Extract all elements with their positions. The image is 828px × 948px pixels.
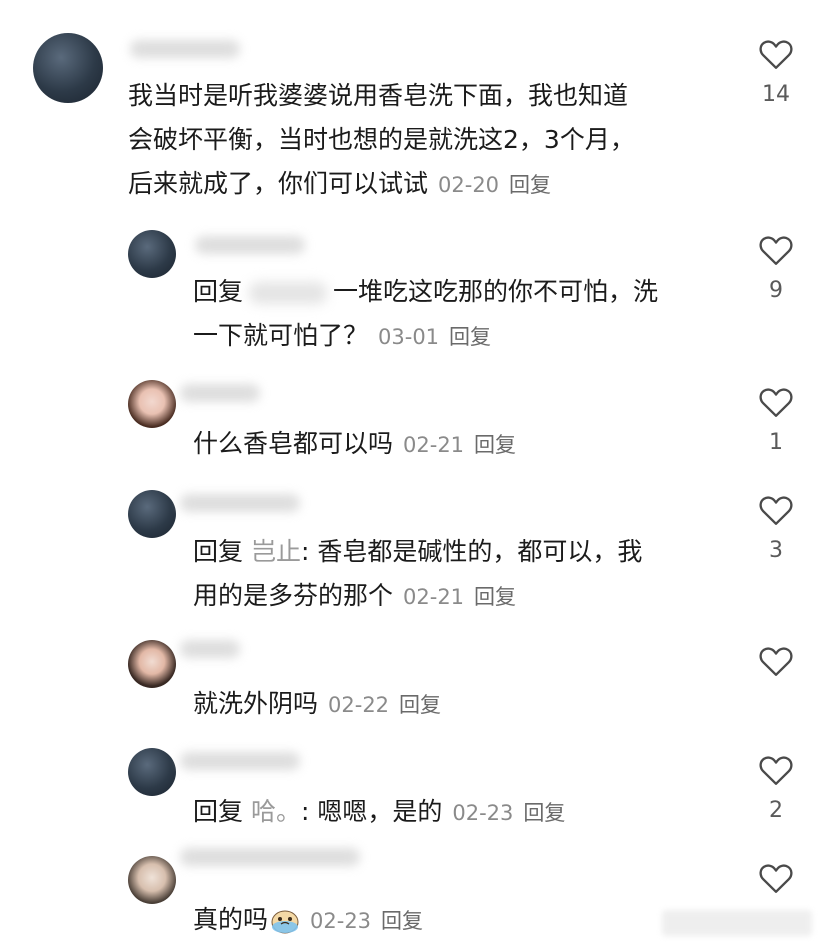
reply-button[interactable]: 回复 [474,585,516,609]
comment-date: 02-20 [438,173,500,197]
heart-icon[interactable] [758,494,794,526]
heart-icon[interactable] [758,754,794,786]
avatar[interactable] [128,748,176,796]
reply-button[interactable]: 回复 [474,433,516,457]
comment-text: 真的吗 02-23 回复 [193,904,424,934]
like-count: 3 [769,538,783,563]
comment-date: 02-23 [452,801,514,825]
reply-button[interactable]: 回复 [449,325,491,349]
avatar[interactable] [128,856,176,904]
reply-button[interactable]: 回复 [509,173,551,197]
like-count: 14 [762,82,790,107]
username-blurred[interactable] [195,236,305,254]
username-blurred[interactable] [180,752,300,770]
username-blurred[interactable] [180,640,240,658]
avatar[interactable] [128,230,176,278]
comment-date: 02-23 [310,909,372,933]
crying-face-emoji [270,904,300,934]
heart-icon[interactable] [758,38,794,70]
comment-date: 02-21 [403,585,465,609]
comment-text: 回复 哈。: 嗯嗯，是的 02-23 回复 [193,797,566,826]
heart-icon[interactable] [758,645,794,677]
heart-icon[interactable] [758,862,794,894]
mention[interactable]: 岂止 [251,537,301,566]
avatar[interactable] [33,33,103,103]
mention[interactable]: 哈。 [251,797,301,826]
avatar[interactable] [128,640,176,688]
username-blurred[interactable] [130,40,240,58]
username-blurred[interactable] [180,494,300,512]
comment-text: 就洗外阴吗 02-22 回复 [193,689,442,718]
avatar[interactable] [128,490,176,538]
comment-date: 02-22 [328,693,390,717]
avatar[interactable] [128,380,176,428]
reply-button[interactable]: 回复 [381,909,423,933]
heart-icon[interactable] [758,386,794,418]
comment-text: 什么香皂都可以吗 02-21 回复 [193,429,517,458]
comment-text: 回复 一堆吃这吃那的你不可怕，洗 一下就可怕了？ 03-01 回复 [193,277,659,350]
username-blurred[interactable] [180,384,260,402]
reply-button[interactable]: 回复 [523,801,565,825]
reply-button[interactable]: 回复 [399,693,441,717]
like-count: 9 [769,278,783,303]
comment-date: 02-21 [403,433,465,457]
like-count: 2 [769,798,783,823]
comment-text: 我当时是听我婆婆说用香皂洗下面，我也知道 会破坏平衡，当时也想的是就洗这2，3个… [128,81,635,198]
comment-date: 03-01 [378,325,440,349]
mention-blurred[interactable] [249,282,328,304]
watermark-blurred [662,910,812,936]
comment-text: 回复 岂止: 香皂都是碱性的，都可以，我 用的是多芬的那个 02-21 回复 [193,537,643,610]
like-count: 1 [769,430,783,455]
username-blurred[interactable] [180,848,360,866]
heart-icon[interactable] [758,234,794,266]
